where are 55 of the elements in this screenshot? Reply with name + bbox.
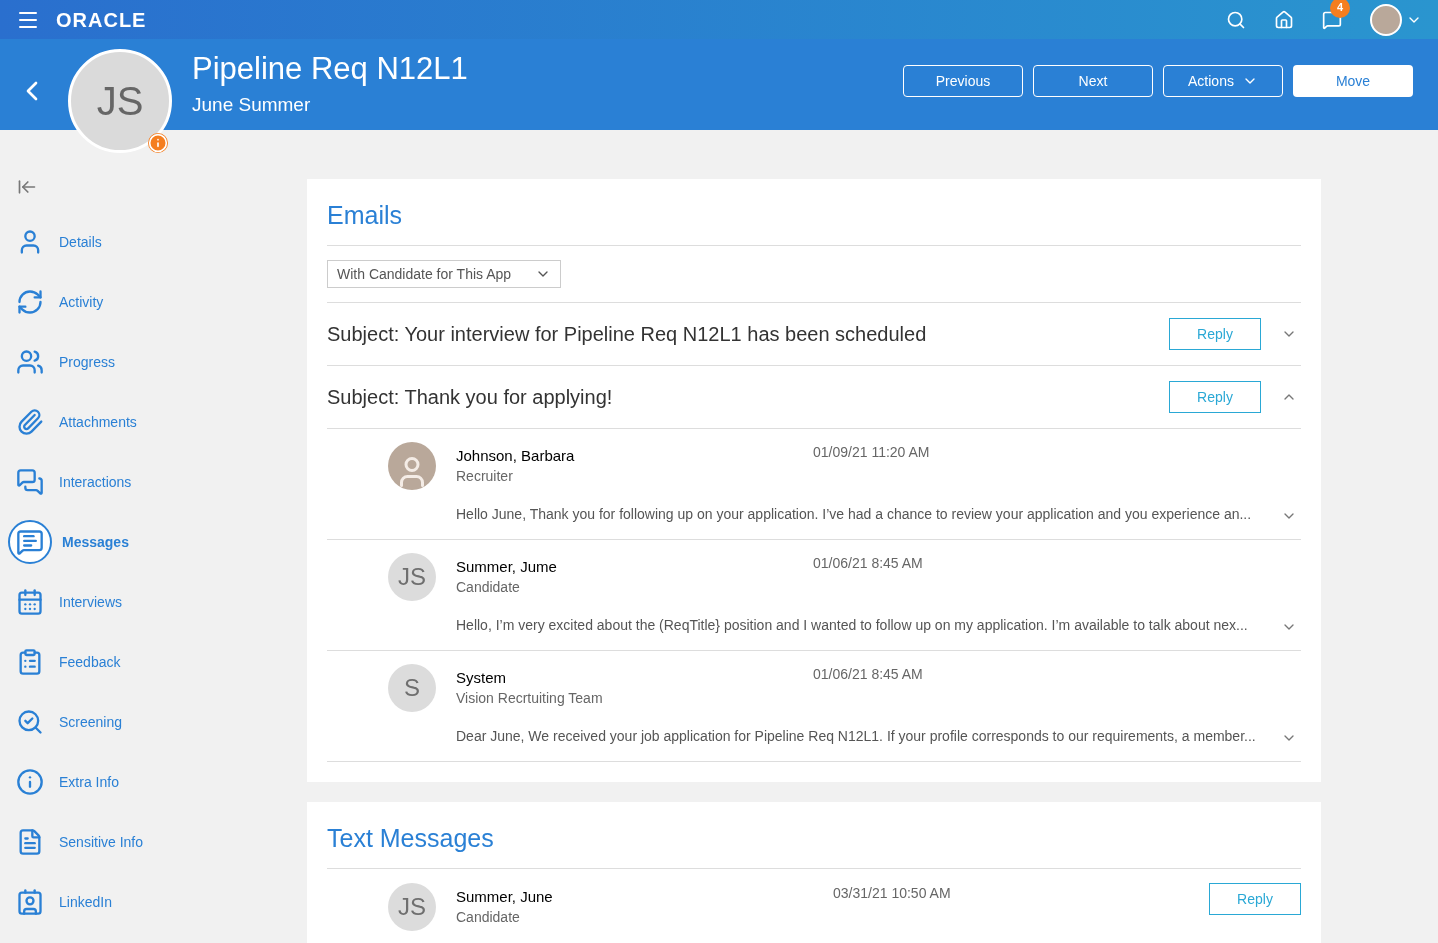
notification-badge: 4	[1330, 0, 1350, 18]
sidebar-link[interactable]: Attachments	[59, 412, 137, 432]
avatar-initials: JS	[388, 553, 436, 601]
sender-name: System	[456, 668, 507, 688]
sidebar-link[interactable]: Messages	[62, 532, 129, 552]
section-title: Emails	[327, 179, 1301, 246]
filter-dropdown[interactable]: With Candidate for This App	[327, 260, 562, 288]
message-date: 03/31/21 10:50 AM	[833, 884, 952, 903]
sidebar-link[interactable]: Extra Info	[59, 772, 119, 792]
reply-button[interactable]: Reply	[1209, 883, 1301, 915]
email-subject: Subject: Your interview for Pipeline Req N12L1 has been scheduled	[327, 322, 928, 347]
sender-name: Summer, Jume	[456, 557, 558, 577]
logo: ORACLE	[56, 7, 147, 33]
reply-button[interactable]: Reply	[1169, 381, 1261, 413]
sidebar-link[interactable]: LinkedIn	[59, 892, 112, 912]
avatar-initials: JS	[388, 883, 436, 931]
sender-role: Candidate	[456, 908, 521, 927]
outline-button[interactable]: Next	[1033, 65, 1153, 97]
page-title: Pipeline Req N12L1	[192, 51, 468, 87]
collapse-icon[interactable]	[17, 177, 37, 197]
primary-button[interactable]: Move	[1293, 65, 1413, 97]
home-icon[interactable]	[1274, 9, 1294, 30]
info-badge-icon	[148, 133, 168, 153]
sidebar-link[interactable]: Details	[59, 232, 102, 252]
avatar-initials: S	[388, 664, 436, 712]
sidebar-link[interactable]: Feedback	[59, 652, 121, 672]
reply-button[interactable]: Reply	[1169, 318, 1261, 350]
section-title: Text Messages	[327, 802, 1301, 869]
sender-role: Vision Recrtuiting Team	[456, 689, 604, 708]
sender-name: Summer, June	[456, 887, 554, 907]
email-subject: Subject: Thank you for applying!	[327, 385, 614, 410]
candidate-avatar: JS	[68, 49, 172, 153]
sidebar-link[interactable]: Interactions	[59, 472, 132, 492]
message-preview: Hello, I’m very excited about the (ReqTitle} position and I wanted to follow up on my application. I’m available to talk about nex...	[456, 616, 1249, 635]
sidebar-link[interactable]: Interviews	[59, 592, 123, 612]
candidate-name: June Summer	[192, 93, 312, 117]
message-preview: Hello June, Thank you for following up on your application. I’ve had a chance to review your application and you experience an...	[456, 505, 1253, 524]
chat-icon[interactable]	[1322, 9, 1342, 30]
message-date: 01/06/21 8:45 AM	[813, 554, 923, 573]
message-preview: Dear June, We received your job application for Pipeline Req N12L1. If your profile corresponds to our requirements, a member...	[456, 727, 1257, 746]
chat-bubble-icon[interactable]	[8, 520, 52, 564]
profile-photo-placeholder	[388, 442, 436, 490]
message-date: 01/09/21 11:20 AM	[813, 443, 930, 462]
sidebar-link[interactable]: Screening	[59, 712, 123, 732]
search-icon[interactable]	[1226, 9, 1246, 30]
outline-button[interactable]: Previous	[903, 65, 1023, 97]
message-date: 01/06/21 8:45 AM	[813, 665, 923, 684]
sidebar-link[interactable]: Progress	[59, 352, 116, 372]
sender-role: Recruiter	[456, 467, 514, 486]
sidebar-link[interactable]: Sensitive Info	[59, 832, 144, 852]
sidebar-link[interactable]: Activity	[59, 292, 104, 312]
sender-name: Johnson, Barbara	[456, 446, 576, 466]
sender-role: Candidate	[456, 578, 521, 597]
user-avatar[interactable]	[1370, 3, 1402, 36]
menu-button[interactable]: Actions	[1163, 65, 1283, 97]
